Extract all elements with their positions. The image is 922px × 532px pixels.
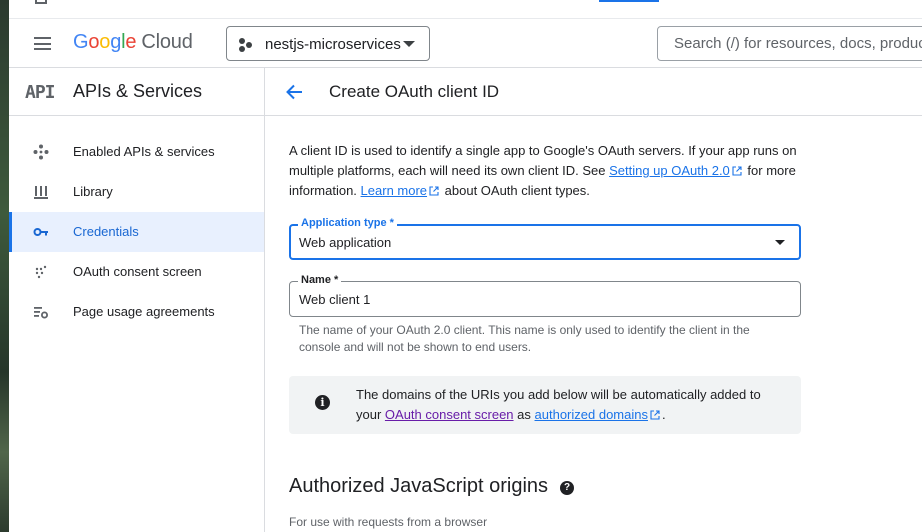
top-link-underline[interactable] [599, 0, 659, 2]
info-banner: i The domains of the URIs you add below … [289, 376, 801, 434]
intro-text: about OAuth client types. [441, 183, 590, 198]
sidebar-list: Enabled APIs & services Library Credenti… [9, 116, 264, 332]
sidebar-item-library[interactable]: Library [9, 172, 264, 212]
application-type-value: Web application [299, 235, 392, 250]
logo-letter: e [125, 31, 137, 53]
google-cloud-logo[interactable]: Google Cloud [73, 31, 193, 54]
browser-top-strip [9, 0, 922, 19]
sidebar-item-label: Library [73, 184, 113, 199]
authorized-domains-link[interactable]: authorized domains [535, 407, 648, 422]
dots-grid-icon [33, 264, 49, 280]
diamond-dots-icon [33, 144, 49, 160]
section-subtitle: For use with requests from a browser [289, 515, 488, 529]
name-field[interactable]: Name * Web client 1 [289, 274, 801, 317]
open-in-new-icon [732, 166, 742, 176]
info-text-part: . [661, 407, 666, 422]
name-label: Name * [298, 274, 342, 286]
intro-paragraph: A client ID is used to identify a single… [289, 141, 809, 201]
sidebar-header: API APIs & Services [9, 68, 264, 116]
project-icon [239, 38, 253, 52]
sidebar-item-page-usage[interactable]: Page usage agreements [9, 292, 264, 332]
project-selector[interactable]: nestjs-microservices [226, 26, 430, 61]
info-text-part: as [513, 407, 535, 422]
api-logo-icon: API [25, 82, 55, 103]
menu-icon[interactable] [34, 37, 51, 50]
dropdown-arrow-icon [775, 240, 785, 245]
logo-letter: G [73, 31, 89, 53]
search-box[interactable] [657, 26, 922, 61]
sidebar-item-oauth-consent[interactable]: OAuth consent screen [9, 252, 264, 292]
section-title-text: Authorized JavaScript origins [289, 475, 549, 497]
logo-letter: o [88, 31, 100, 53]
main-content: Create OAuth client ID A client ID is us… [265, 68, 922, 532]
sidebar: API APIs & Services Enabled APIs & servi… [9, 68, 265, 532]
arrow-back-icon[interactable] [283, 81, 305, 103]
sidebar-item-credentials[interactable]: Credentials [9, 212, 264, 252]
chevron-down-icon [403, 41, 415, 47]
sidebar-item-label: OAuth consent screen [73, 264, 202, 279]
logo-letter: o [99, 31, 111, 53]
sidebar-item-label: Enabled APIs & services [73, 144, 215, 159]
application-type-select[interactable]: Application type * Web application [289, 217, 801, 260]
open-in-new-icon [650, 410, 660, 420]
apps-icon [35, 0, 47, 4]
learn-more-link[interactable]: Learn more [361, 183, 427, 198]
library-icon [33, 184, 49, 200]
page-title: Create OAuth client ID [329, 82, 500, 101]
key-icon [33, 224, 49, 240]
open-in-new-icon [429, 186, 439, 196]
page-header: Create OAuth client ID [265, 68, 922, 116]
desktop-background-strip [0, 0, 9, 532]
form-area: A client ID is used to identify a single… [289, 141, 809, 529]
section-title: Authorized JavaScript origins? [289, 475, 575, 498]
setting-up-oauth-link[interactable]: Setting up OAuth 2.0 [609, 163, 730, 178]
search-input[interactable] [674, 35, 922, 52]
info-text: The domains of the URIs you add below wi… [356, 385, 776, 425]
sidebar-item-label: Page usage agreements [73, 304, 215, 319]
oauth-consent-screen-link[interactable]: OAuth consent screen [385, 407, 514, 422]
application-type-label: Application type * [298, 217, 397, 229]
sidebar-item-label: Credentials [73, 224, 139, 239]
sidebar-title: APIs & Services [73, 81, 203, 101]
project-name: nestjs-microservices [265, 36, 401, 53]
logo-cloud-text: Cloud [141, 31, 193, 53]
help-icon[interactable]: ? [560, 481, 575, 495]
sidebar-item-enabled-apis[interactable]: Enabled APIs & services [9, 132, 264, 172]
name-hint: The name of your OAuth 2.0 client. This … [299, 323, 750, 354]
info-icon: i [315, 395, 330, 410]
console-header: Google Cloud nestjs-microservices [9, 19, 922, 68]
settings-list-icon [33, 304, 49, 320]
name-value: Web client 1 [299, 292, 371, 307]
logo-letter: g [110, 31, 122, 53]
